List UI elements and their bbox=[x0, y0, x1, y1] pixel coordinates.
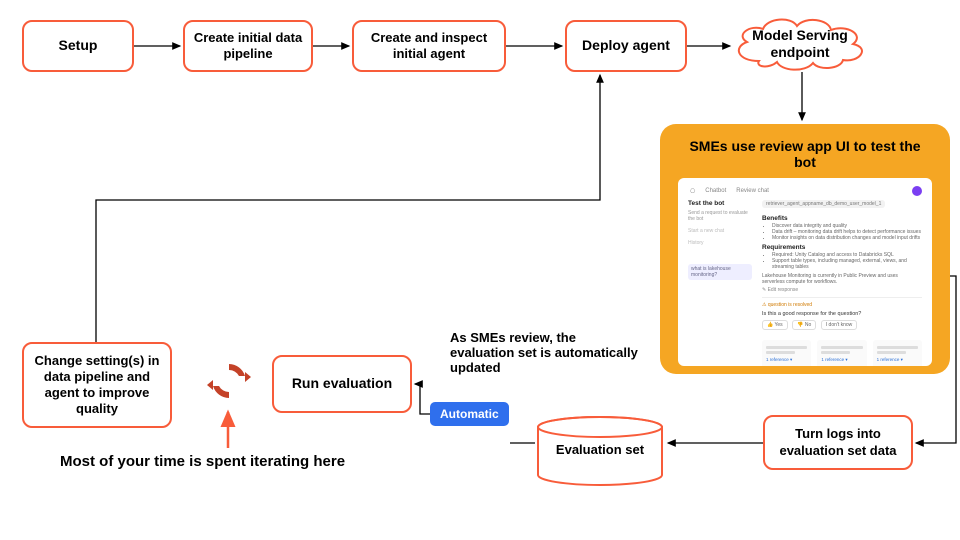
badge-automatic: Automatic bbox=[430, 402, 509, 426]
node-turn-logs: Turn logs into evaluation set data bbox=[763, 415, 913, 470]
node-deploy-agent: Deploy agent bbox=[565, 20, 687, 72]
node-change-settings: Change setting(s) in data pipeline and a… bbox=[22, 342, 172, 428]
cycle-icon bbox=[206, 358, 252, 409]
diagram-canvas: Setup Create initial data pipeline Creat… bbox=[0, 0, 960, 540]
node-create-agent: Create and inspect initial agent bbox=[352, 20, 506, 72]
caption-iteration: Most of your time is spent iterating her… bbox=[60, 453, 345, 470]
node-run-evaluation: Run evaluation bbox=[272, 355, 412, 413]
review-app-screenshot: ⎔ChatbotReview chat Test the bot Send a … bbox=[678, 178, 932, 366]
panel-sme-review-app: SMEs use review app UI to test the bot ⎔… bbox=[660, 124, 950, 374]
avatar-icon bbox=[912, 186, 922, 196]
node-setup: Setup bbox=[22, 20, 134, 72]
sme-panel-title: SMEs use review app UI to test the bot bbox=[678, 138, 932, 170]
node-create-pipeline: Create initial data pipeline bbox=[183, 20, 313, 72]
node-evaluation-set: Evaluation set bbox=[535, 415, 665, 487]
note-auto-update: As SMEs review, the evaluation set is au… bbox=[450, 330, 640, 375]
node-model-serving-endpoint: Model Serving endpoint bbox=[725, 13, 875, 75]
